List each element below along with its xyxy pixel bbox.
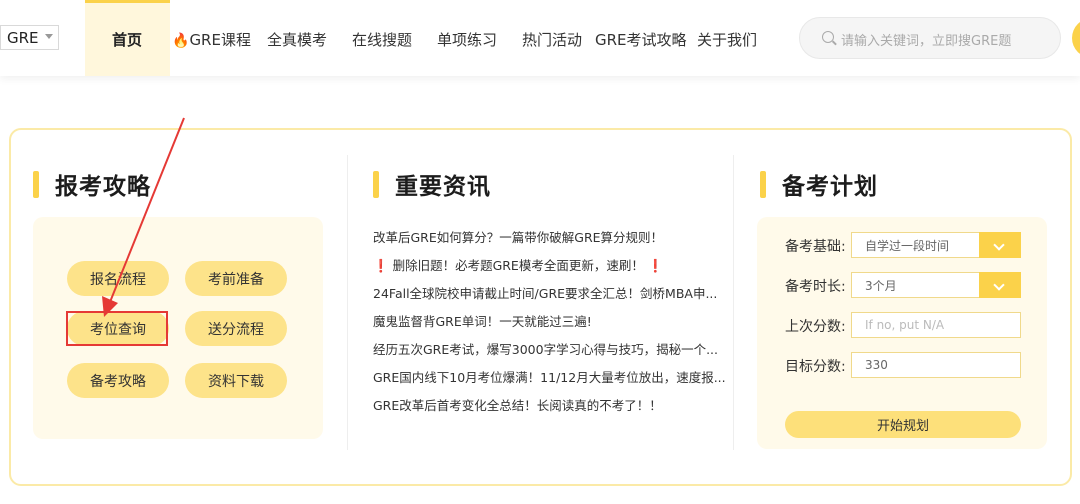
guide-title-text: 报考攻略 <box>55 174 151 200</box>
plan-section-title: 备考计划 <box>760 167 878 201</box>
chevron-down-icon[interactable] <box>979 272 1021 298</box>
last-score-placeholder: If no, put N/A <box>865 318 945 332</box>
news-link[interactable]: GRE改革后首考变化全总结！长阅读真的不考了！！ <box>373 398 662 414</box>
registration-process-button[interactable]: 报名流程 <box>67 261 169 296</box>
materials-download-button[interactable]: 资料下载 <box>185 363 287 398</box>
title-accent-bar <box>33 170 39 198</box>
search-placeholder: 请输入关键词，立即搜GRE题 <box>841 34 1012 49</box>
chevron-down-icon[interactable] <box>979 232 1021 258</box>
top-header: GRE 首页 🔥GRE课程 全真模考 在线搜题 单项练习 热门活动 GRE考试攻… <box>0 0 1080 76</box>
base-select-value: 自学过一段时间 <box>865 238 950 253</box>
base-select[interactable]: 自学过一段时间 <box>851 232 1021 258</box>
start-planning-button[interactable]: 开始规划 <box>785 411 1021 438</box>
seat-lookup-highlight <box>66 311 168 346</box>
title-accent-bar <box>760 170 766 198</box>
base-label: 备考基础: <box>785 239 846 255</box>
fire-icon: 🔥 <box>172 33 190 49</box>
nav-gre-course-label: GRE课程 <box>189 31 251 49</box>
title-accent-bar <box>373 170 379 198</box>
news-link[interactable]: 改革后GRE如何算分？一篇带你破解GRE算分规则！ <box>373 230 663 246</box>
target-score-input[interactable]: 330 <box>851 352 1021 378</box>
column-divider <box>733 155 734 450</box>
news-link[interactable]: GRE国内线下10月考位爆满！11/12月大量考位放出，速度报... <box>373 370 726 386</box>
study-guide-button[interactable]: 备考攻略 <box>67 363 169 398</box>
guide-section-title: 报考攻略 <box>33 167 151 201</box>
target-score-value: 330 <box>865 358 888 372</box>
nav-home[interactable]: 首页 <box>112 30 142 50</box>
nav-hot-events[interactable]: 热门活动 <box>522 30 582 50</box>
last-score-input[interactable]: If no, put N/A <box>851 312 1021 338</box>
duration-select[interactable]: 3个月 <box>851 272 1021 298</box>
plan-title-text: 备考计划 <box>782 174 878 200</box>
chevron-down-icon <box>45 34 53 39</box>
nav-gre-course[interactable]: 🔥GRE课程 <box>172 30 251 51</box>
exclamation-icon: ❗ <box>647 258 664 273</box>
exclamation-icon: ❗ <box>373 258 389 273</box>
news-section-title: 重要资讯 <box>373 167 491 201</box>
news-link-text: 删除旧题！必考题GRE模考全面更新，速刷！ <box>392 258 644 273</box>
target-score-label: 目标分数: <box>785 359 846 375</box>
exam-type-select[interactable]: GRE <box>0 25 59 50</box>
duration-select-value: 3个月 <box>865 278 897 293</box>
duration-label: 备考时长: <box>785 279 846 295</box>
last-score-label: 上次分数: <box>785 319 846 335</box>
news-link[interactable]: 魔鬼监督背GRE单词！一天就能过三遍! <box>373 314 592 330</box>
pre-exam-prep-button[interactable]: 考前准备 <box>185 261 287 296</box>
nav-about-us[interactable]: 关于我们 <box>697 30 757 50</box>
exam-type-value: GRE <box>7 28 39 47</box>
nav-online-search[interactable]: 在线搜题 <box>352 30 412 50</box>
score-sending-button[interactable]: 送分流程 <box>185 311 287 346</box>
nav-single-practice[interactable]: 单项练习 <box>437 30 497 50</box>
news-link[interactable]: ❗ 删除旧题！必考题GRE模考全面更新，速刷！ ❗ <box>373 258 663 274</box>
search-input[interactable]: 请输入关键词，立即搜GRE题 <box>799 17 1061 59</box>
page: GRE 首页 🔥GRE课程 全真模考 在线搜题 单项练习 热门活动 GRE考试攻… <box>0 0 1080 504</box>
news-title-text: 重要资讯 <box>395 174 491 200</box>
news-link[interactable]: 经历五次GRE考试，爆写3000字学习心得与技巧，揭秘一个... <box>373 342 718 358</box>
news-link[interactable]: 24Fall全球院校申请截止时间/GRE要求全汇总！剑桥MBA申... <box>373 286 717 302</box>
avatar[interactable] <box>1072 18 1080 58</box>
nav-mock-test[interactable]: 全真模考 <box>267 30 327 50</box>
nav-exam-guide[interactable]: GRE考试攻略 <box>595 30 687 50</box>
column-divider <box>347 155 348 450</box>
search-icon <box>822 31 834 43</box>
